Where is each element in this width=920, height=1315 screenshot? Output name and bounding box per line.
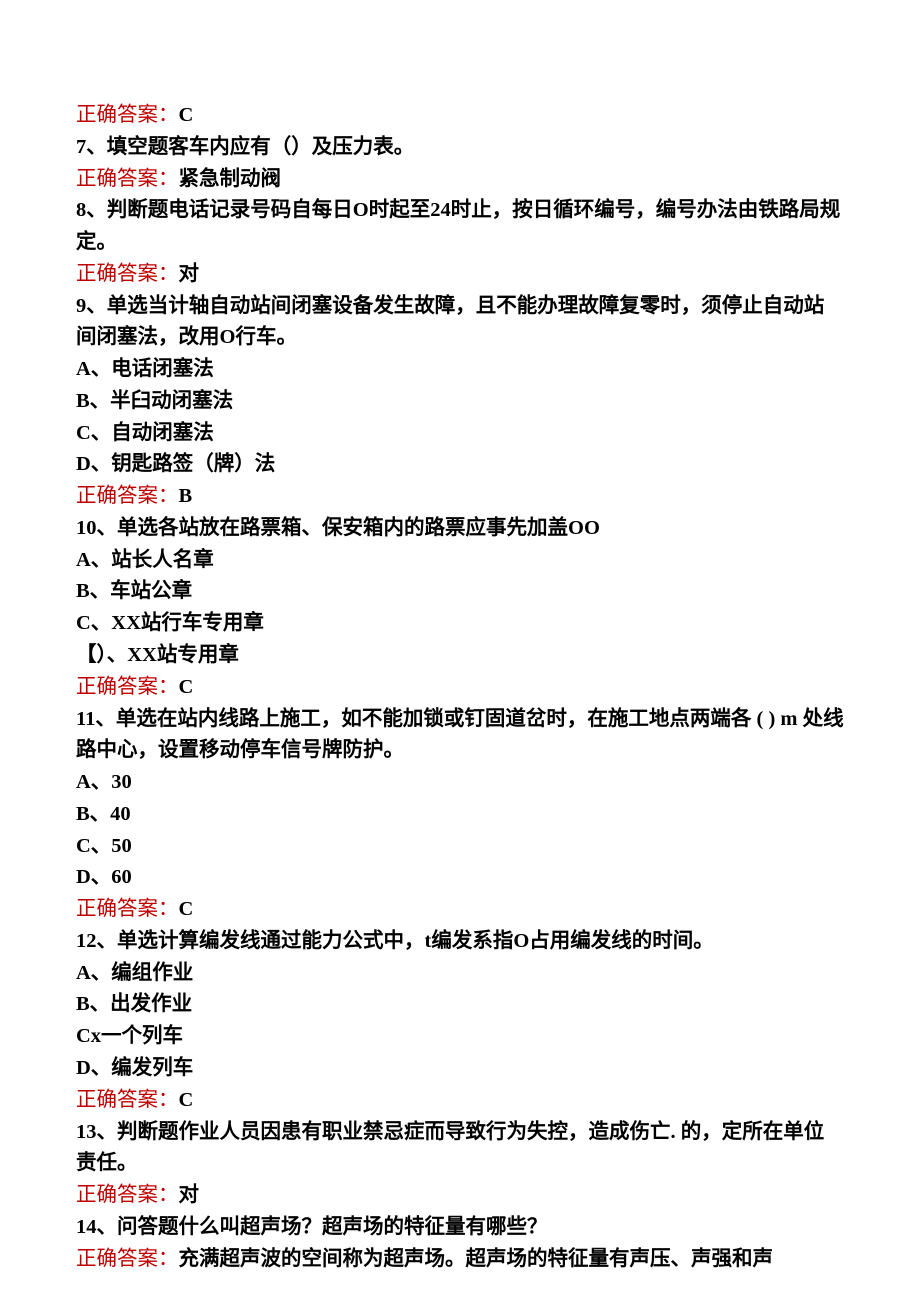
answer-line-8: 正确答案：对 xyxy=(76,259,844,291)
question-12-text: 12、单选计算编发线通过能力公式中，t编发系指O占用编发线的时间。 xyxy=(76,926,844,958)
question-10-option-b: B、车站公章 xyxy=(76,576,844,608)
document-page: 正确答案：C 7、填空题客车内应有（）及压力表。 正确答案：紧急制动阀 8、判断… xyxy=(0,0,920,1315)
question-12-option-b: B、出发作业 xyxy=(76,989,844,1021)
question-10-option-d: 【）、XX站专用章 xyxy=(76,640,844,672)
answer-value: 对 xyxy=(179,263,200,285)
answer-value: B xyxy=(179,485,193,507)
question-9-text: 9、单选当计轴自动站间闭塞设备发生故障，且不能办理故障复零时，须停止自动站间闭塞… xyxy=(76,291,844,355)
question-9-option-d: D、钥匙路签（牌）法 xyxy=(76,449,844,481)
question-9-option-c: C、自动闭塞法 xyxy=(76,418,844,450)
question-10-option-a: A、站长人名章 xyxy=(76,545,844,577)
question-9-option-b: B、半臼动闭塞法 xyxy=(76,386,844,418)
question-12-option-c: Cx一个列车 xyxy=(76,1021,844,1053)
answer-label: 正确答案： xyxy=(76,898,179,920)
question-9-option-a: A、电话闭塞法 xyxy=(76,354,844,386)
question-11-text: 11、单选在站内线路上施工，如不能加锁或钉固道岔时，在施工地点两端各 ( ) m… xyxy=(76,704,844,768)
answer-line-11: 正确答案：C xyxy=(76,894,844,926)
question-11-option-a: A、30 xyxy=(76,767,844,799)
answer-value: C xyxy=(179,898,194,920)
answer-value: C xyxy=(179,676,194,698)
answer-line-6: 正确答案：C xyxy=(76,100,844,132)
answer-value: 对 xyxy=(179,1184,200,1206)
answer-line-12: 正确答案：C xyxy=(76,1085,844,1117)
question-11-option-d: D、60 xyxy=(76,862,844,894)
answer-value: 充满超声波的空间称为超声场。超声场的特征量有声压、声强和声 xyxy=(179,1248,774,1270)
answer-value: C xyxy=(179,1089,194,1111)
question-11-option-b: B、40 xyxy=(76,799,844,831)
answer-label: 正确答案： xyxy=(76,263,179,285)
answer-value: C xyxy=(179,104,194,126)
answer-label: 正确答案： xyxy=(76,1184,179,1206)
question-10-text: 10、单选各站放在路票箱、保安箱内的路票应事先加盖OO xyxy=(76,513,844,545)
question-10-option-c: C、XX站行车专用章 xyxy=(76,608,844,640)
question-12-option-a: A、编组作业 xyxy=(76,958,844,990)
question-11-option-c: C、50 xyxy=(76,831,844,863)
question-14-text: 14、问答题什么叫超声场？超声场的特征量有哪些？ xyxy=(76,1212,844,1244)
question-13-text: 13、判断题作业人员因患有职业禁忌症而导致行为失控，造成伤亡. 的，定所在单位责… xyxy=(76,1117,844,1181)
answer-label: 正确答案： xyxy=(76,676,179,698)
question-8-text: 8、判断题电话记录号码自每日O时起至24时止，按日循环编号，编号办法由铁路局规定… xyxy=(76,195,844,259)
answer-label: 正确答案： xyxy=(76,1089,179,1111)
answer-line-14: 正确答案：充满超声波的空间称为超声场。超声场的特征量有声压、声强和声 xyxy=(76,1244,844,1276)
answer-value: 紧急制动阀 xyxy=(179,168,282,190)
answer-label: 正确答案： xyxy=(76,104,179,126)
question-12-option-d: D、编发列车 xyxy=(76,1053,844,1085)
answer-line-13: 正确答案：对 xyxy=(76,1180,844,1212)
answer-line-9: 正确答案：B xyxy=(76,481,844,513)
answer-label: 正确答案： xyxy=(76,168,179,190)
answer-label: 正确答案： xyxy=(76,1248,179,1270)
answer-line-7: 正确答案：紧急制动阀 xyxy=(76,164,844,196)
answer-label: 正确答案： xyxy=(76,485,179,507)
question-7-text: 7、填空题客车内应有（）及压力表。 xyxy=(76,132,844,164)
answer-line-10: 正确答案：C xyxy=(76,672,844,704)
